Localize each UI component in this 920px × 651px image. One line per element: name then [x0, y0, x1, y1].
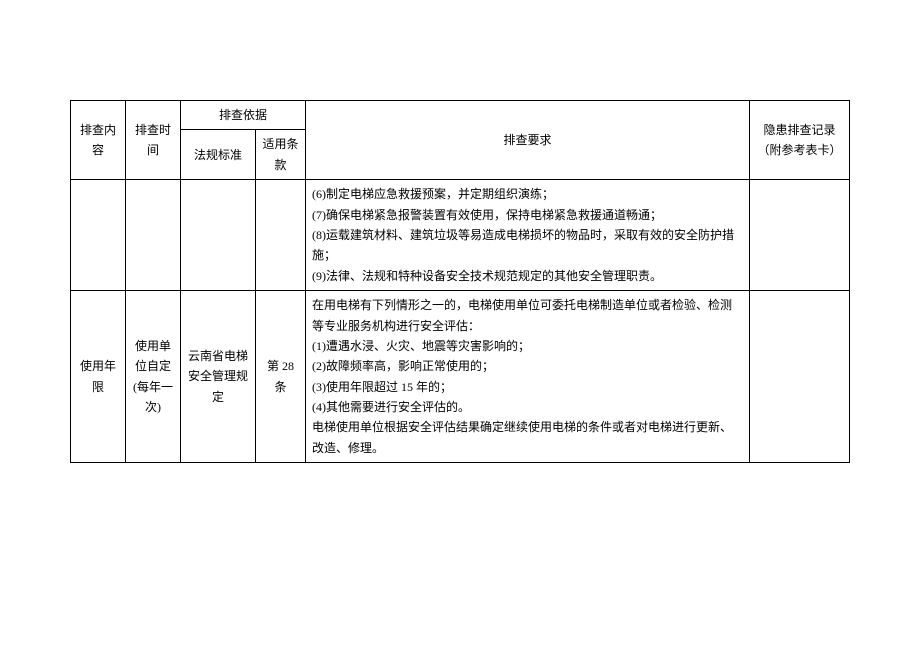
cell-std: 云南省电梯安全管理规定: [181, 291, 256, 463]
header-record: 隐患排查记录（附参考表卡）: [750, 101, 850, 180]
cell-content: 使用年限: [71, 291, 126, 463]
cell-requirement: (6)制定电梯应急救援预案，并定期组织演练；(7)确保电梯紧急报警装置有效使用，…: [306, 180, 750, 291]
header-requirement: 排查要求: [306, 101, 750, 180]
header-basis-std: 法规标准: [181, 130, 256, 180]
cell-requirement: 在用电梯有下列情形之一的，电梯使用单位可委托电梯制造单位或者检验、检测等专业服务…: [306, 291, 750, 463]
header-basis-clause: 适用条款: [256, 130, 306, 180]
inspection-table: 排查内容 排查时间 排查依据 排查要求 隐患排查记录（附参考表卡） 法规标准 适…: [70, 100, 850, 463]
table-header-row: 排查内容 排查时间 排查依据 排查要求 隐患排查记录（附参考表卡）: [71, 101, 850, 130]
cell-clause: 第 28 条: [256, 291, 306, 463]
header-basis-group: 排查依据: [181, 101, 306, 130]
header-content: 排查内容: [71, 101, 126, 180]
cell-std: [181, 180, 256, 291]
cell-record: [750, 291, 850, 463]
table-row: 使用年限 使用单位自定(每年一次) 云南省电梯安全管理规定 第 28 条 在用电…: [71, 291, 850, 463]
table-row: (6)制定电梯应急救援预案，并定期组织演练；(7)确保电梯紧急报警装置有效使用，…: [71, 180, 850, 291]
cell-time: [126, 180, 181, 291]
cell-content: [71, 180, 126, 291]
cell-record: [750, 180, 850, 291]
cell-time: 使用单位自定(每年一次): [126, 291, 181, 463]
header-time: 排查时间: [126, 101, 181, 180]
cell-clause: [256, 180, 306, 291]
